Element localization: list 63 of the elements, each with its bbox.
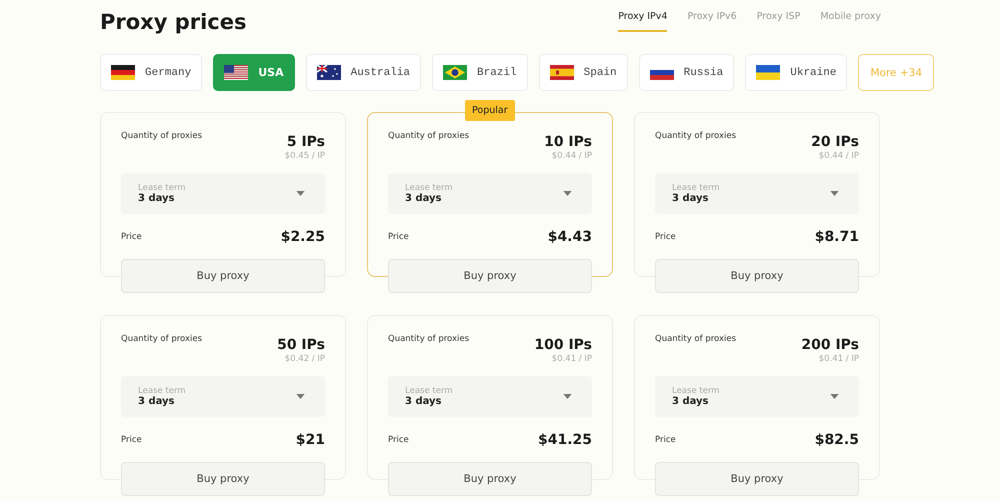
country-button[interactable]: Brazil [432,54,528,91]
price-per-ip: $0.41 / IP [818,354,859,364]
price-per-ip: $0.44 / IP [552,151,592,161]
country-button[interactable]: Germany [100,54,202,91]
price-value: $21 [296,432,325,448]
price-per-ip: $0.42 / IP [284,354,325,364]
price-value: $8.71 [814,229,859,245]
price-label: Price [655,435,676,445]
quantity-value: 20 IPs [811,134,859,150]
price-label: Price [121,232,142,242]
price-label: Price [121,435,142,445]
caret-icon [830,191,839,196]
quantity-label: Quantity of proxies [655,131,736,143]
price-value: $2.25 [280,229,325,245]
caret-icon [830,394,839,399]
quantity-value: 100 IPs [534,337,592,353]
buy-proxy-button[interactable]: Buy proxy [388,462,592,496]
quantity-value: 5 IPs [286,134,325,150]
quantity-label: Quantity of proxies [655,334,736,346]
buy-proxy-button[interactable]: Buy proxy [388,259,592,293]
price-label: Price [655,232,676,242]
buy-proxy-button[interactable]: Buy proxy [655,462,859,496]
tab[interactable]: Proxy IPv4 [618,11,668,32]
country-button[interactable]: Australia [306,54,422,91]
ukraine-flag-icon [756,65,780,80]
caret-icon [296,394,305,399]
lease-term-dropdown[interactable]: Lease term 3 days [655,376,859,417]
price-label: Price [388,232,409,242]
price-value: $41.25 [538,432,592,448]
germany-flag-icon [111,65,135,80]
caret-icon [563,191,572,196]
country-button[interactable]: Ukraine [745,54,848,91]
brazil-flag-icon [443,65,468,80]
quantity-label: Quantity of proxies [121,334,202,346]
caret-icon [296,191,305,196]
lease-term-dropdown[interactable]: Lease term 3 days [121,376,325,417]
buy-proxy-button[interactable]: Buy proxy [655,259,859,293]
lease-term-dropdown[interactable]: Lease term 3 days [655,173,859,214]
spain-flag-icon [550,65,574,80]
lease-term-dropdown[interactable]: Lease term 3 days [121,173,325,214]
buy-proxy-button[interactable]: Buy proxy [121,259,325,293]
country-button[interactable]: Russia [638,54,734,91]
australia-flag-icon [316,65,341,80]
price-per-ip: $0.44 / IP [818,151,859,161]
lease-term-dropdown[interactable]: Lease term 3 days [388,376,592,417]
quantity-value: 200 IPs [801,337,859,353]
price-value: $82.5 [814,432,859,448]
quantity-label: Quantity of proxies [388,334,470,346]
price-label: Price [388,435,409,445]
quantity-value: 10 IPs [544,134,592,150]
lease-term-dropdown[interactable]: Lease term 3 days [388,173,592,214]
usa-flag-icon [224,65,248,80]
popular-badge: Popular [465,100,515,121]
price-value: $4.43 [548,229,592,245]
price-per-ip: $0.41 / IP [552,354,592,364]
quantity-value: 50 IPs [277,337,325,353]
country-button[interactable]: Spain [538,54,628,91]
caret-icon [563,394,572,399]
quantity-label: Quantity of proxies [121,131,202,143]
quantity-label: Quantity of proxies [388,131,470,143]
buy-proxy-button[interactable]: Buy proxy [121,462,325,496]
price-per-ip: $0.45 / IP [284,151,325,161]
page-title: Proxy prices [100,9,246,35]
